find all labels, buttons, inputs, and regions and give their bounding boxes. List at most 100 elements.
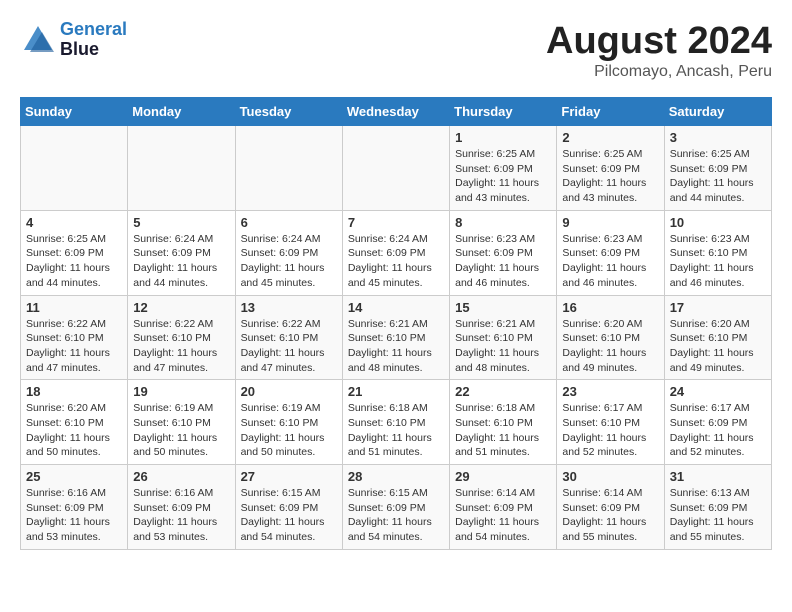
- day-number: 12: [133, 300, 229, 315]
- calendar-week-row: 1 Sunrise: 6:25 AM Sunset: 6:09 PM Daylig…: [21, 126, 772, 211]
- day-info: Sunrise: 6:18 AM Sunset: 6:10 PM Dayligh…: [455, 401, 551, 460]
- day-number: 15: [455, 300, 551, 315]
- day-number: 30: [562, 469, 658, 484]
- calendar-cell: 23 Sunrise: 6:17 AM Sunset: 6:10 PM Dayli…: [557, 380, 664, 465]
- day-number: 17: [670, 300, 766, 315]
- day-number: 11: [26, 300, 122, 315]
- calendar-cell: 29 Sunrise: 6:14 AM Sunset: 6:09 PM Dayli…: [450, 465, 557, 550]
- day-number: 24: [670, 384, 766, 399]
- calendar-table: SundayMondayTuesdayWednesdayThursdayFrid…: [20, 97, 772, 550]
- day-info: Sunrise: 6:17 AM Sunset: 6:09 PM Dayligh…: [670, 401, 766, 460]
- day-number: 19: [133, 384, 229, 399]
- day-number: 31: [670, 469, 766, 484]
- day-number: 1: [455, 130, 551, 145]
- day-number: 23: [562, 384, 658, 399]
- logo-icon: [20, 22, 56, 58]
- calendar-week-row: 4Sunrise: 6:25 AM Sunset: 6:09 PM Daylig…: [21, 210, 772, 295]
- calendar-cell: 18Sunrise: 6:20 AM Sunset: 6:10 PM Dayli…: [21, 380, 128, 465]
- calendar-cell: 3 Sunrise: 6:25 AM Sunset: 6:09 PM Daylig…: [664, 126, 771, 211]
- day-info: Sunrise: 6:23 AM Sunset: 6:09 PM Dayligh…: [562, 232, 658, 291]
- weekday-header: Friday: [557, 98, 664, 126]
- day-number: 14: [348, 300, 444, 315]
- calendar-cell: 31Sunrise: 6:13 AM Sunset: 6:09 PM Dayli…: [664, 465, 771, 550]
- weekday-header: Saturday: [664, 98, 771, 126]
- weekday-header: Thursday: [450, 98, 557, 126]
- logo-text: General Blue: [60, 20, 127, 60]
- day-number: 7: [348, 215, 444, 230]
- day-number: 20: [241, 384, 337, 399]
- day-number: 27: [241, 469, 337, 484]
- day-info: Sunrise: 6:20 AM Sunset: 6:10 PM Dayligh…: [562, 317, 658, 376]
- day-number: 25: [26, 469, 122, 484]
- day-number: 10: [670, 215, 766, 230]
- weekday-header: Wednesday: [342, 98, 449, 126]
- day-info: Sunrise: 6:18 AM Sunset: 6:10 PM Dayligh…: [348, 401, 444, 460]
- calendar-cell: 9 Sunrise: 6:23 AM Sunset: 6:09 PM Daylig…: [557, 210, 664, 295]
- calendar-cell: 2 Sunrise: 6:25 AM Sunset: 6:09 PM Daylig…: [557, 126, 664, 211]
- day-info: Sunrise: 6:19 AM Sunset: 6:10 PM Dayligh…: [241, 401, 337, 460]
- calendar-cell: [128, 126, 235, 211]
- day-info: Sunrise: 6:16 AM Sunset: 6:09 PM Dayligh…: [26, 486, 122, 545]
- calendar-cell: [235, 126, 342, 211]
- calendar-cell: 17Sunrise: 6:20 AM Sunset: 6:10 PM Dayli…: [664, 295, 771, 380]
- day-number: 21: [348, 384, 444, 399]
- weekday-header: Sunday: [21, 98, 128, 126]
- day-number: 2: [562, 130, 658, 145]
- day-number: 16: [562, 300, 658, 315]
- day-number: 6: [241, 215, 337, 230]
- day-info: Sunrise: 6:23 AM Sunset: 6:10 PM Dayligh…: [670, 232, 766, 291]
- weekday-header: Tuesday: [235, 98, 342, 126]
- calendar-cell: 14 Sunrise: 6:21 AM Sunset: 6:10 PM Dayli…: [342, 295, 449, 380]
- title-area: August 2024 Pilcomayo, Ancash, Peru: [546, 20, 772, 81]
- day-number: 26: [133, 469, 229, 484]
- calendar-cell: 1 Sunrise: 6:25 AM Sunset: 6:09 PM Daylig…: [450, 126, 557, 211]
- day-info: Sunrise: 6:24 AM Sunset: 6:09 PM Dayligh…: [133, 232, 229, 291]
- day-info: Sunrise: 6:24 AM Sunset: 6:09 PM Dayligh…: [348, 232, 444, 291]
- calendar-cell: 27 Sunrise: 6:15 AM Sunset: 6:09 PM Dayli…: [235, 465, 342, 550]
- calendar-cell: 24 Sunrise: 6:17 AM Sunset: 6:09 PM Dayli…: [664, 380, 771, 465]
- day-number: 8: [455, 215, 551, 230]
- day-info: Sunrise: 6:14 AM Sunset: 6:09 PM Dayligh…: [455, 486, 551, 545]
- calendar-cell: 19 Sunrise: 6:19 AM Sunset: 6:10 PM Dayli…: [128, 380, 235, 465]
- calendar-week-row: 25 Sunrise: 6:16 AM Sunset: 6:09 PM Dayli…: [21, 465, 772, 550]
- day-number: 4: [26, 215, 122, 230]
- page-title: August 2024: [546, 20, 772, 63]
- calendar-cell: [342, 126, 449, 211]
- day-info: Sunrise: 6:16 AM Sunset: 6:09 PM Dayligh…: [133, 486, 229, 545]
- calendar-cell: 15 Sunrise: 6:21 AM Sunset: 6:10 PM Dayli…: [450, 295, 557, 380]
- calendar-cell: 6 Sunrise: 6:24 AM Sunset: 6:09 PM Daylig…: [235, 210, 342, 295]
- calendar-cell: 22 Sunrise: 6:18 AM Sunset: 6:10 PM Dayli…: [450, 380, 557, 465]
- day-number: 22: [455, 384, 551, 399]
- day-number: 5: [133, 215, 229, 230]
- calendar-week-row: 18Sunrise: 6:20 AM Sunset: 6:10 PM Dayli…: [21, 380, 772, 465]
- day-number: 13: [241, 300, 337, 315]
- day-info: Sunrise: 6:21 AM Sunset: 6:10 PM Dayligh…: [348, 317, 444, 376]
- day-info: Sunrise: 6:22 AM Sunset: 6:10 PM Dayligh…: [133, 317, 229, 376]
- day-number: 18: [26, 384, 122, 399]
- calendar-cell: 26 Sunrise: 6:16 AM Sunset: 6:09 PM Dayli…: [128, 465, 235, 550]
- day-number: 9: [562, 215, 658, 230]
- day-info: Sunrise: 6:15 AM Sunset: 6:09 PM Dayligh…: [348, 486, 444, 545]
- day-info: Sunrise: 6:25 AM Sunset: 6:09 PM Dayligh…: [670, 147, 766, 206]
- day-info: Sunrise: 6:21 AM Sunset: 6:10 PM Dayligh…: [455, 317, 551, 376]
- day-info: Sunrise: 6:17 AM Sunset: 6:10 PM Dayligh…: [562, 401, 658, 460]
- calendar-cell: 21 Sunrise: 6:18 AM Sunset: 6:10 PM Dayli…: [342, 380, 449, 465]
- day-info: Sunrise: 6:24 AM Sunset: 6:09 PM Dayligh…: [241, 232, 337, 291]
- day-number: 29: [455, 469, 551, 484]
- calendar-cell: 12 Sunrise: 6:22 AM Sunset: 6:10 PM Dayli…: [128, 295, 235, 380]
- page-subtitle: Pilcomayo, Ancash, Peru: [546, 63, 772, 81]
- day-info: Sunrise: 6:23 AM Sunset: 6:09 PM Dayligh…: [455, 232, 551, 291]
- day-info: Sunrise: 6:22 AM Sunset: 6:10 PM Dayligh…: [26, 317, 122, 376]
- day-info: Sunrise: 6:25 AM Sunset: 6:09 PM Dayligh…: [562, 147, 658, 206]
- page-header: General Blue August 2024 Pilcomayo, Anca…: [20, 20, 772, 81]
- calendar-week-row: 11 Sunrise: 6:22 AM Sunset: 6:10 PM Dayli…: [21, 295, 772, 380]
- calendar-cell: 20 Sunrise: 6:19 AM Sunset: 6:10 PM Dayli…: [235, 380, 342, 465]
- calendar-cell: 7 Sunrise: 6:24 AM Sunset: 6:09 PM Daylig…: [342, 210, 449, 295]
- calendar-cell: 10 Sunrise: 6:23 AM Sunset: 6:10 PM Dayli…: [664, 210, 771, 295]
- calendar-cell: 13Sunrise: 6:22 AM Sunset: 6:10 PM Dayli…: [235, 295, 342, 380]
- day-info: Sunrise: 6:15 AM Sunset: 6:09 PM Dayligh…: [241, 486, 337, 545]
- day-info: Sunrise: 6:19 AM Sunset: 6:10 PM Dayligh…: [133, 401, 229, 460]
- day-info: Sunrise: 6:25 AM Sunset: 6:09 PM Dayligh…: [455, 147, 551, 206]
- day-number: 3: [670, 130, 766, 145]
- weekday-header: Monday: [128, 98, 235, 126]
